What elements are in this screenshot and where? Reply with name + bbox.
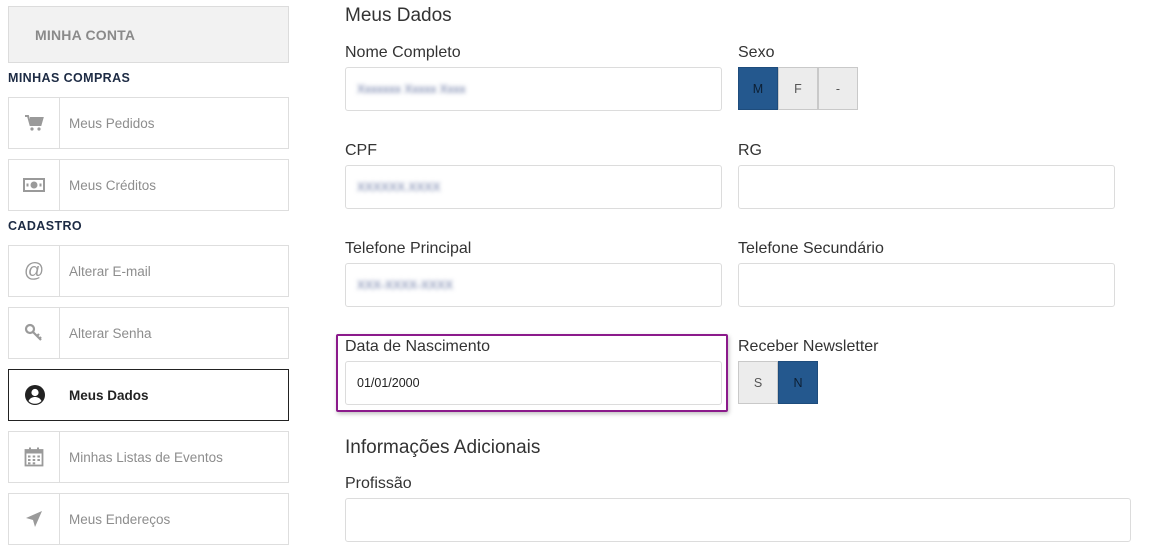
key-icon (9, 308, 60, 358)
nome-completo-label: Nome Completo (345, 44, 461, 61)
sidebar-item-alterar-senha[interactable]: Alterar Senha (8, 307, 289, 359)
profissao-label: Profissão (345, 475, 412, 492)
sidebar-item-label: Alterar E-mail (69, 263, 151, 279)
minha-conta-label: MINHA CONTA (35, 26, 136, 43)
page-title: Meus Dados (345, 5, 452, 26)
sidebar-item-alterar-email[interactable]: @ Alterar E-mail (8, 245, 289, 297)
sidebar-item-label: Minhas Listas de Eventos (69, 449, 223, 465)
nome-completo-field[interactable]: Xxxxxxx Xxxxx Xxxx (345, 67, 722, 111)
sidebar-item-meus-dados[interactable]: Meus Dados (8, 369, 289, 421)
sexo-option-m[interactable]: M (738, 67, 778, 110)
sexo-option-none[interactable]: - (818, 67, 858, 110)
newsletter-option-n[interactable]: N (778, 361, 818, 404)
informacoes-adicionais-title: Informações Adicionais (345, 437, 541, 458)
nome-completo-value: Xxxxxxx Xxxxx Xxxx (357, 82, 466, 96)
sexo-label: Sexo (738, 44, 775, 61)
sidebar-item-minhas-listas[interactable]: Minhas Listas de Eventos (8, 431, 289, 483)
sidebar-item-meus-pedidos[interactable]: Meus Pedidos (8, 97, 289, 149)
profissao-field[interactable] (345, 498, 1131, 542)
minha-conta-button[interactable]: MINHA CONTA (8, 6, 289, 63)
rg-label: RG (738, 142, 762, 159)
user-icon (9, 370, 60, 420)
data-nascimento-field[interactable]: 01/01/2000 (345, 361, 722, 405)
section-title-minhas-compras: MINHAS COMPRAS (8, 71, 131, 85)
sidebar-item-label: Meus Endereços (69, 511, 171, 527)
cart-icon (9, 98, 60, 148)
telefone-principal-label: Telefone Principal (345, 240, 472, 257)
newsletter-label: Receber Newsletter (738, 338, 879, 355)
sidebar-item-meus-enderecos[interactable]: Meus Endereços (8, 493, 289, 545)
sidebar-item-label: Meus Pedidos (69, 115, 155, 131)
telefone-secundario-label: Telefone Secundário (738, 240, 884, 257)
sidebar-item-label: Meus Créditos (69, 177, 157, 193)
sidebar-item-label: Meus Dados (69, 387, 149, 403)
sidebar-item-label: Alterar Senha (69, 325, 152, 341)
data-nascimento-value: 01/01/2000 (357, 376, 420, 390)
sexo-option-f[interactable]: F (778, 67, 818, 110)
cpf-field[interactable]: XXXXXX.XXXX (345, 165, 722, 209)
cpf-value: XXXXXX.XXXX (357, 180, 441, 194)
sidebar-item-meus-creditos[interactable]: Meus Créditos (8, 159, 289, 211)
money-icon (9, 160, 60, 210)
calendar-icon (9, 432, 60, 482)
rg-field[interactable] (738, 165, 1115, 209)
data-nascimento-label: Data de Nascimento (345, 338, 490, 355)
newsletter-option-s[interactable]: S (738, 361, 778, 404)
section-title-cadastro: CADASTRO (8, 219, 83, 233)
telefone-principal-value: XXX-XXXX-XXXX (357, 278, 454, 292)
cpf-label: CPF (345, 142, 377, 159)
location-arrow-icon (9, 494, 60, 544)
telefone-principal-field[interactable]: XXX-XXXX-XXXX (345, 263, 722, 307)
telefone-secundario-field[interactable] (738, 263, 1115, 307)
at-icon: @ (9, 246, 60, 296)
